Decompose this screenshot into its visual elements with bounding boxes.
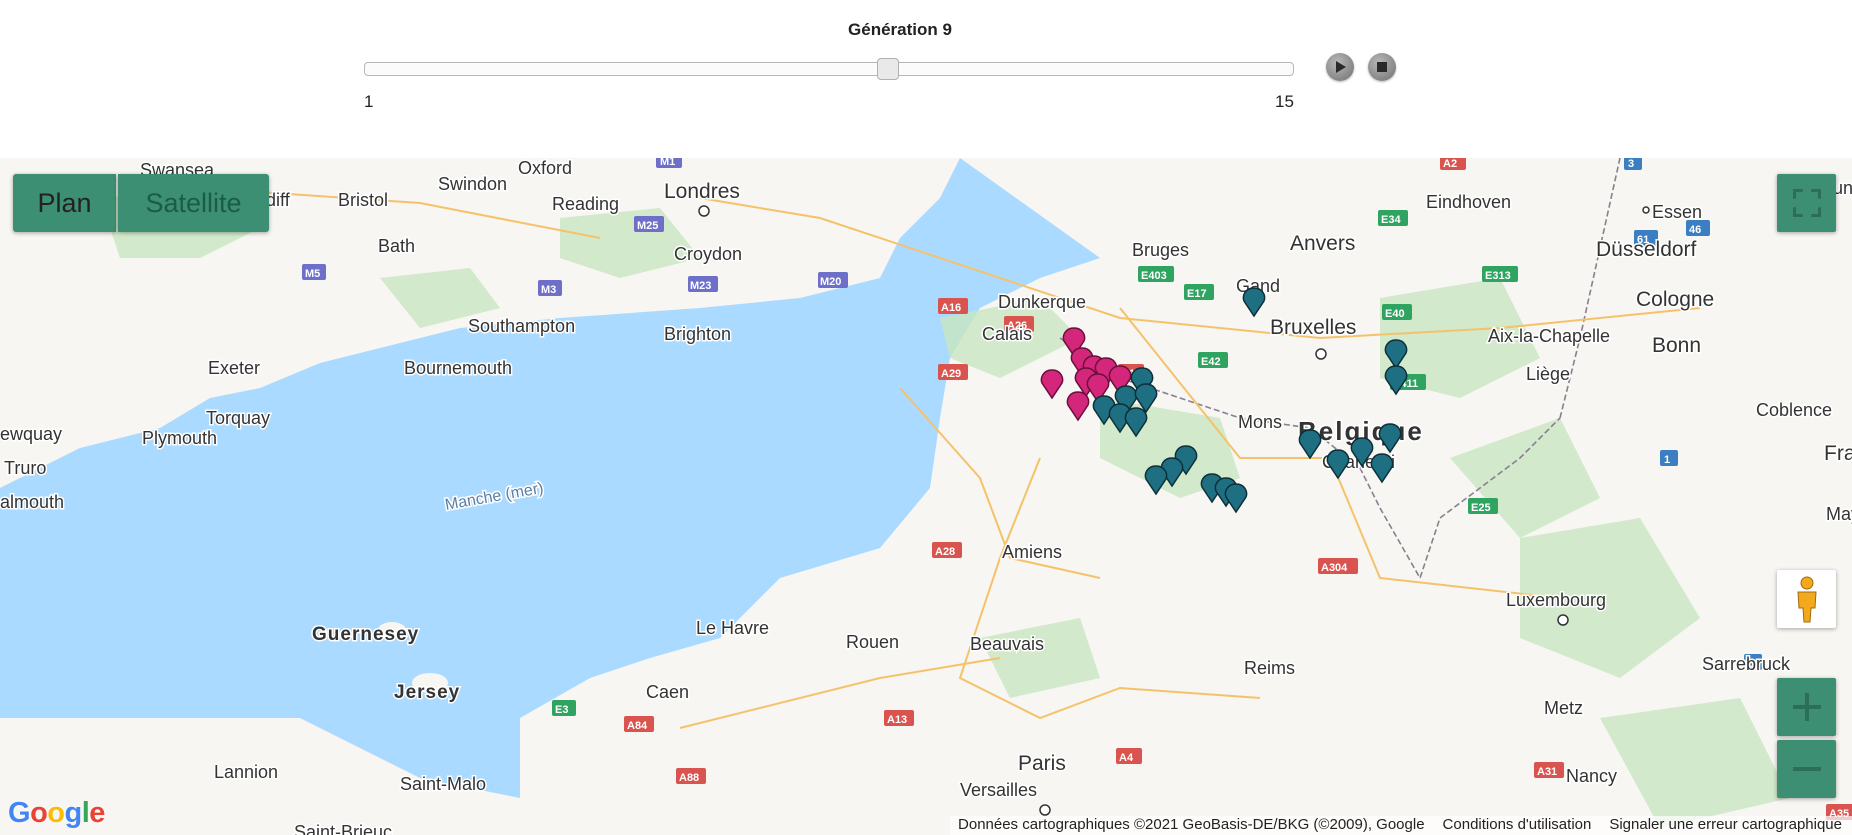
road-label: A13 xyxy=(887,714,907,726)
place-label: Reading xyxy=(552,194,619,214)
place-label: Bristol xyxy=(338,190,388,210)
road-label: E34 xyxy=(1381,214,1401,226)
plus-icon[interactable] xyxy=(1777,678,1836,736)
place-label: Amiens xyxy=(1002,542,1062,562)
place-label: almouth xyxy=(0,492,64,512)
place-label: Bournemouth xyxy=(404,358,512,378)
road-label: 46 xyxy=(1689,224,1701,236)
road-label: A16 xyxy=(941,302,961,314)
road-label: E3 xyxy=(555,704,568,716)
place-label: Dunkerque xyxy=(998,292,1086,312)
generation-slider-handle[interactable] xyxy=(876,58,899,80)
terms-link[interactable]: Conditions d'utilisation xyxy=(1443,816,1592,835)
stop-icon[interactable] xyxy=(1368,53,1396,81)
place-label: Anvers xyxy=(1290,232,1355,255)
road-label: A304 xyxy=(1321,562,1348,574)
place-label: Düsseldorf xyxy=(1596,238,1697,261)
place-label: Rouen xyxy=(846,632,899,652)
place-label: Truro xyxy=(4,458,46,478)
place-label: Eindhoven xyxy=(1426,192,1511,212)
place-label: ewquay xyxy=(0,424,62,444)
place-label: Metz xyxy=(1544,698,1583,718)
place-label: Bonn xyxy=(1652,334,1701,357)
place-label: Le Havre xyxy=(696,618,769,638)
road-label: A29 xyxy=(941,368,961,380)
generation-title: Génération 9 xyxy=(848,20,952,39)
slider-min-label: 1 xyxy=(364,92,374,111)
place-label: Exeter xyxy=(208,358,260,378)
road-label: M3 xyxy=(541,284,556,296)
place-label: Nancy xyxy=(1566,766,1617,786)
map-attribution: Données cartographiques ©2021 GeoBasis-D… xyxy=(950,816,1852,835)
place-label: Londres xyxy=(664,180,740,203)
place-label: Saint-Brieuc xyxy=(294,822,392,835)
pegman-icon xyxy=(1797,576,1817,623)
place-label: Versailles xyxy=(960,780,1037,800)
place-label: Bruxelles xyxy=(1270,316,1356,339)
google-logo[interactable]: Google xyxy=(8,797,105,830)
place-label: Liège xyxy=(1526,364,1570,384)
place-label: Guernesey xyxy=(312,624,419,645)
generation-slider-track[interactable] xyxy=(364,62,1294,76)
attribution-data: Données cartographiques ©2021 GeoBasis-D… xyxy=(958,816,1425,833)
place-label: Saint-Malo xyxy=(400,774,486,794)
slider-max-label: 15 xyxy=(1275,92,1294,111)
road-label: M5 xyxy=(305,268,320,280)
place-label: Reims xyxy=(1244,658,1295,678)
report-error-link[interactable]: Signaler une erreur cartographique xyxy=(1609,816,1842,835)
place-label: Caen xyxy=(646,682,689,702)
road-label: M1 xyxy=(660,158,675,168)
road-label: E25 xyxy=(1471,502,1491,514)
fullscreen-icon[interactable] xyxy=(1777,174,1836,232)
road-label: A31 xyxy=(1537,766,1557,778)
place-label: Brighton xyxy=(664,324,731,344)
road-label: M23 xyxy=(690,280,711,292)
place-label: Calais xyxy=(982,324,1032,344)
place-label: Sarrebruck xyxy=(1702,654,1791,674)
place-label: Beauvais xyxy=(970,634,1044,654)
road-label: A4 xyxy=(1119,752,1134,764)
place-label: Plymouth xyxy=(142,428,217,448)
place-label: Croydon xyxy=(674,244,742,264)
road-label: M25 xyxy=(637,220,658,232)
place-label: Franc xyxy=(1824,442,1852,465)
place-label: Bruges xyxy=(1132,240,1189,260)
road-label: 1 xyxy=(1664,454,1670,466)
road-label: A2 xyxy=(1443,158,1457,170)
place-label: Paris xyxy=(1018,752,1066,775)
place-label: Coblence xyxy=(1756,400,1832,420)
pegman-icon[interactable] xyxy=(1777,570,1836,628)
map-tiles: M1 M25 M23 M20 M5 M3 A16 A26 E403 E17 E4… xyxy=(0,158,1852,835)
place-label: Essen xyxy=(1652,202,1702,222)
place-label: Jersey xyxy=(394,682,460,703)
place-label: Aix-la-Chapelle xyxy=(1488,326,1610,346)
place-label: Lannion xyxy=(214,762,278,782)
place-label: Oxford xyxy=(518,158,572,178)
play-icon[interactable] xyxy=(1326,53,1354,81)
place-label: Southampton xyxy=(468,316,575,336)
place-label: Cologne xyxy=(1636,288,1714,311)
road-label: E40 xyxy=(1385,308,1405,320)
road-label: E17 xyxy=(1187,288,1207,300)
place-label: Luxembourg xyxy=(1506,590,1606,610)
place-label: Mons xyxy=(1238,412,1282,432)
road-label: E42 xyxy=(1201,356,1221,368)
map-canvas[interactable]: M1 M25 M23 M20 M5 M3 A16 A26 E403 E17 E4… xyxy=(0,158,1852,835)
road-label: A88 xyxy=(679,772,699,784)
road-label: E313 xyxy=(1485,270,1511,282)
map-type-plan-button[interactable]: Plan xyxy=(13,174,116,232)
place-label: Torquay xyxy=(206,408,270,428)
road-label: M20 xyxy=(820,276,841,288)
road-label: A84 xyxy=(627,720,648,732)
road-label: E403 xyxy=(1141,270,1167,282)
place-label: May xyxy=(1826,504,1852,524)
road-label: A28 xyxy=(935,546,955,558)
minus-icon[interactable] xyxy=(1777,740,1836,798)
place-label: Swindon xyxy=(438,174,507,194)
place-label: Bath xyxy=(378,236,415,256)
map-type-satellite-button[interactable]: Satellite xyxy=(118,174,269,232)
road-label: 3 xyxy=(1628,158,1634,170)
